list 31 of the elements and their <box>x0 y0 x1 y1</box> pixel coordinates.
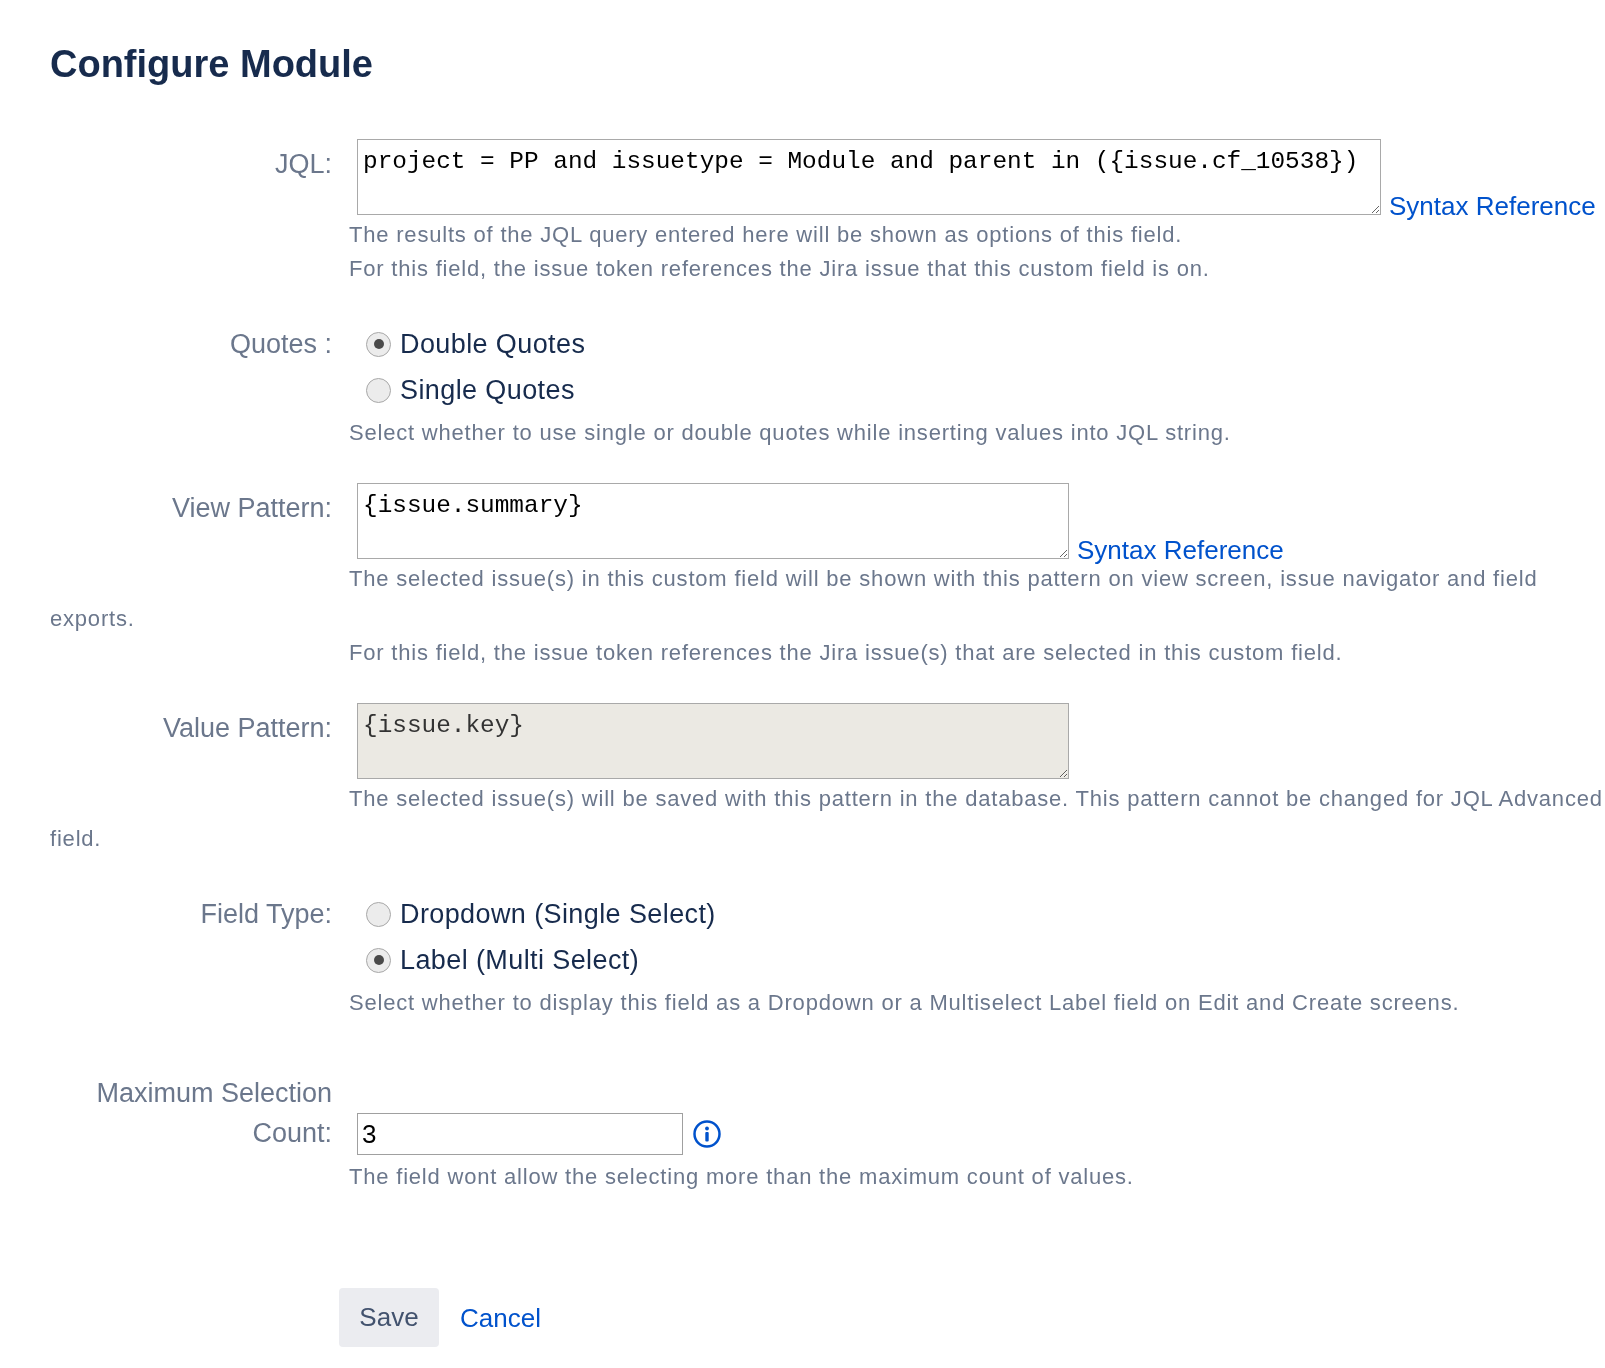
field-label: JQL: <box>273 148 333 181</box>
help-text: Select whether to display this field as a Dropdown or a Multiselect Label field on Edit and Create screens. <box>348 989 1461 1017</box>
option-label[interactable]: Double Quotes <box>400 321 586 367</box>
field-label: Quotes : <box>228 328 333 361</box>
radio-button[interactable] <box>366 377 391 403</box>
text-area[interactable]: project = PP and issuetype = Module and parent in ({issue.cf_10538}) <box>357 139 1381 215</box>
syntax-reference-link[interactable]: Syntax Reference <box>1077 535 1284 565</box>
help-text: For this field, the issue token references the Jira issue that this custom field is on. <box>348 255 1211 283</box>
help-text: For this field, the issue token references the Jira issue(s) that are selected in this custom field. <box>348 639 1344 667</box>
cancel-link[interactable]: Cancel <box>460 1297 541 1338</box>
help-text: The field wont allow the selecting more than the maximum count of values. <box>348 1163 1135 1191</box>
option-label[interactable]: Dropdown (Single Select) <box>400 891 716 937</box>
info-icon[interactable] <box>693 1120 721 1148</box>
radio-button[interactable] <box>366 901 391 927</box>
page-title: Configure Module <box>50 42 374 86</box>
text-area[interactable]: {issue.summary} <box>357 483 1069 559</box>
option-label[interactable]: Label (Multi Select) <box>400 937 640 983</box>
field-label: View Pattern: <box>170 492 333 525</box>
help-text: Select whether to use single or double quotes while inserting values into JQL string. <box>348 419 1232 447</box>
syntax-reference-link[interactable]: Syntax Reference <box>1389 191 1596 221</box>
field-label: Field Type: <box>199 898 333 931</box>
help-text: The selected issue(s) in this custom field will be shown with this pattern on view screen, issue navigator and field exports. <box>50 565 1539 633</box>
help-text: The results of the JQL query entered here will be shown as options of this field. <box>348 221 1184 249</box>
radio-button[interactable] <box>366 331 391 357</box>
option-label[interactable]: Single Quotes <box>400 367 575 413</box>
number-input[interactable]: 3 <box>357 1113 683 1155</box>
radio-button[interactable] <box>366 947 391 973</box>
help-text: The selected issue(s) will be saved with this pattern in the database. This pattern cannot be changed for JQL Advanced field. <box>50 785 1604 853</box>
save-button[interactable]: Save <box>339 1288 439 1347</box>
field-label: Maximum Selection Count: <box>95 1077 333 1150</box>
field-label: Value Pattern: <box>161 712 333 745</box>
